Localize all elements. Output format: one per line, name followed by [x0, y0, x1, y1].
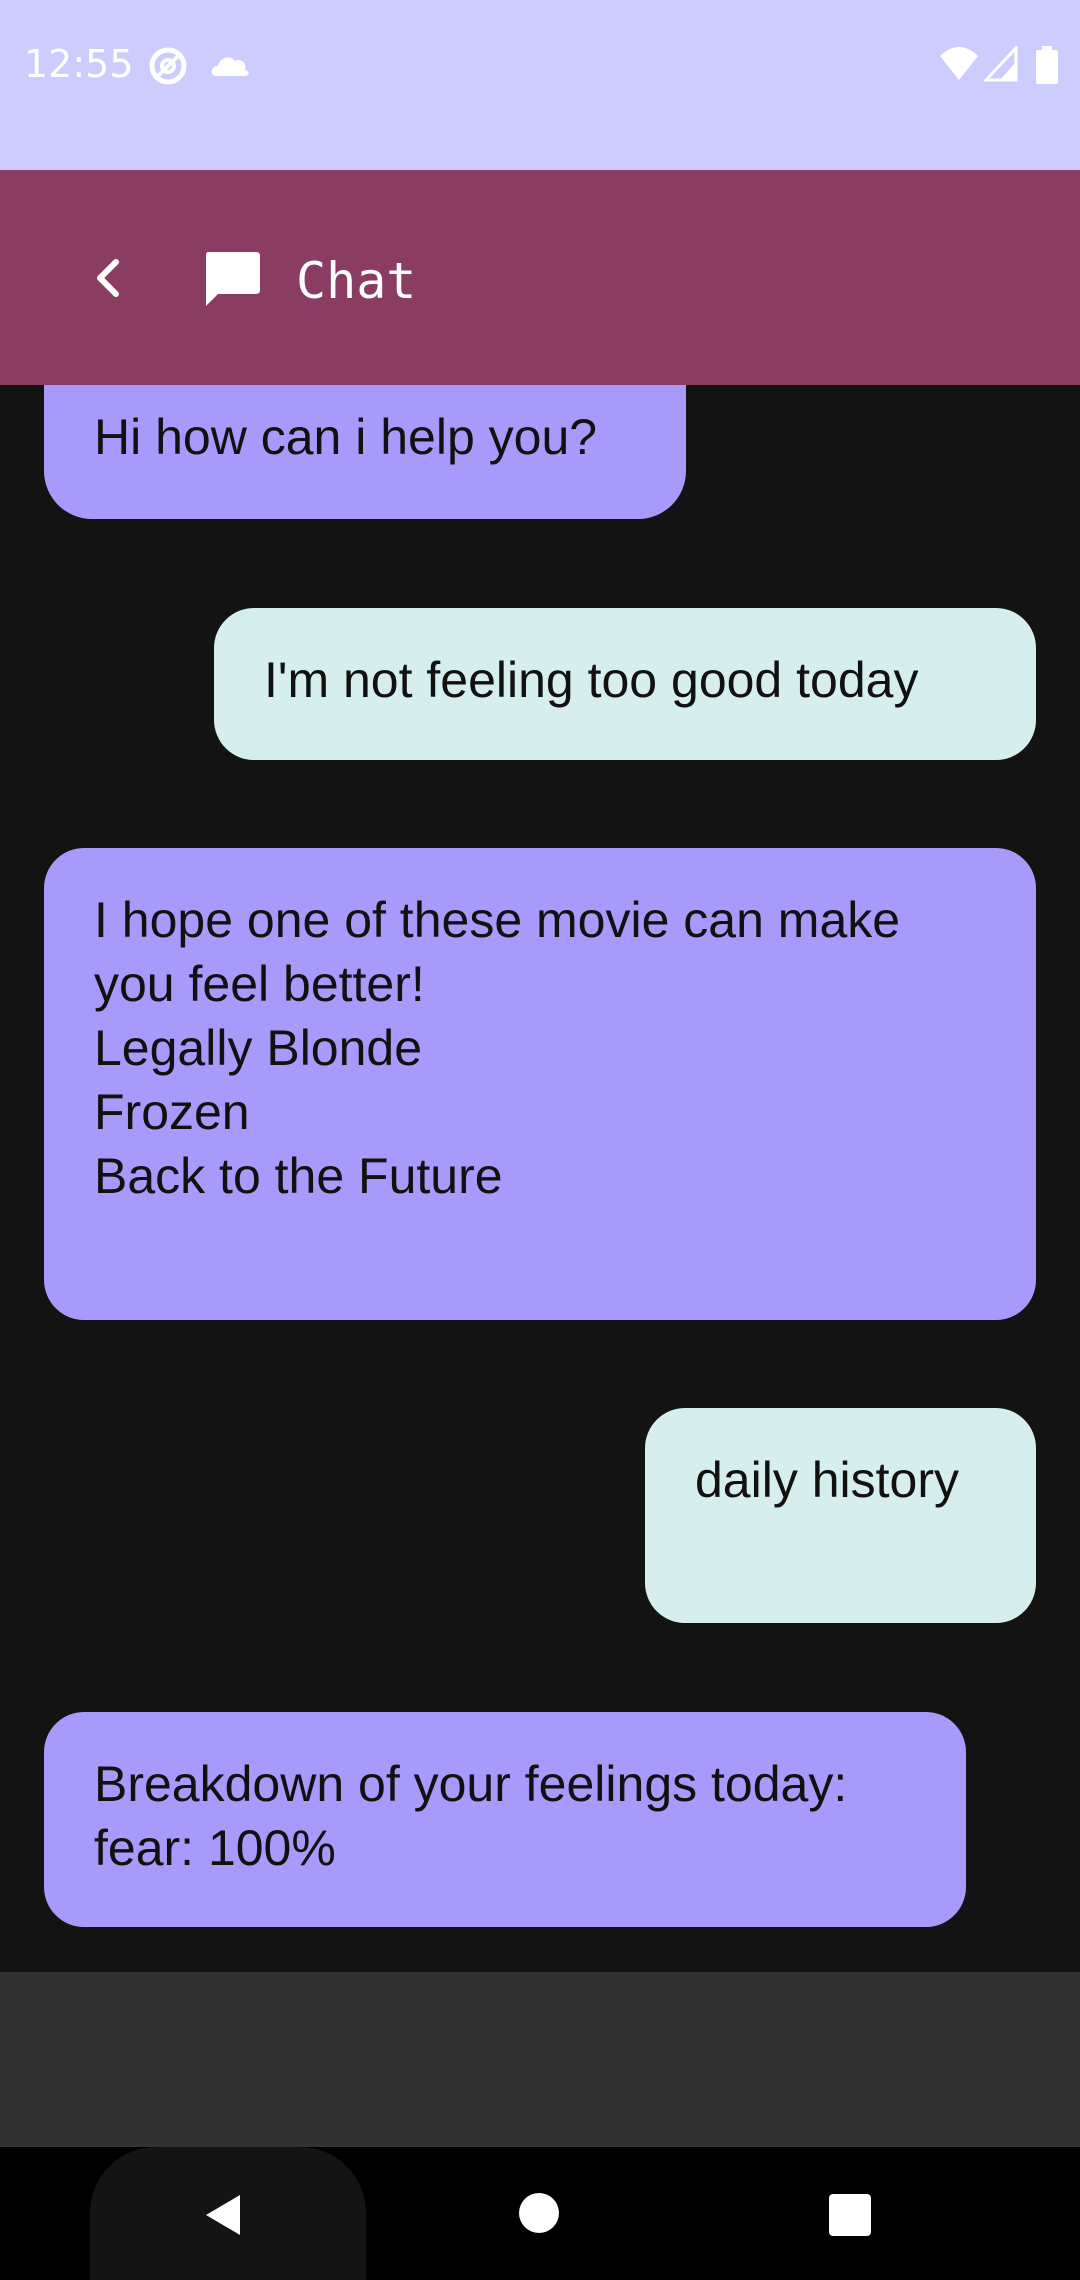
nav-recents-icon[interactable] — [829, 2194, 871, 2236]
bot-message: Breakdown of your feelings today: fear: … — [44, 1712, 966, 1927]
signal-icon — [984, 46, 1018, 82]
bot-message: Hi how can i help you? — [44, 385, 686, 519]
at-sign-icon — [149, 47, 187, 85]
navigation-bar — [0, 2147, 1080, 2280]
wifi-icon — [940, 47, 978, 80]
page-title: Chat — [296, 252, 417, 310]
bot-message: I hope one of these movie can make you f… — [44, 848, 1036, 1320]
chat-bubble-icon — [206, 252, 260, 306]
nav-home-icon[interactable] — [519, 2193, 559, 2233]
cloud-icon — [211, 57, 249, 76]
message-input-bar[interactable] — [0, 1972, 1080, 2147]
back-chevron-icon[interactable] — [88, 254, 128, 302]
status-time: 12:55 — [24, 42, 134, 86]
user-message: daily history — [645, 1408, 1036, 1623]
user-message: I'm not feeling too good today — [214, 608, 1036, 760]
status-bar: 12:55 — [0, 0, 1080, 170]
app-bar: Chat — [0, 170, 1080, 385]
battery-icon — [1036, 46, 1058, 84]
chat-message-list[interactable]: Hi how can i help you? I'm not feeling t… — [0, 385, 1080, 1972]
nav-back-icon[interactable] — [200, 2191, 248, 2239]
